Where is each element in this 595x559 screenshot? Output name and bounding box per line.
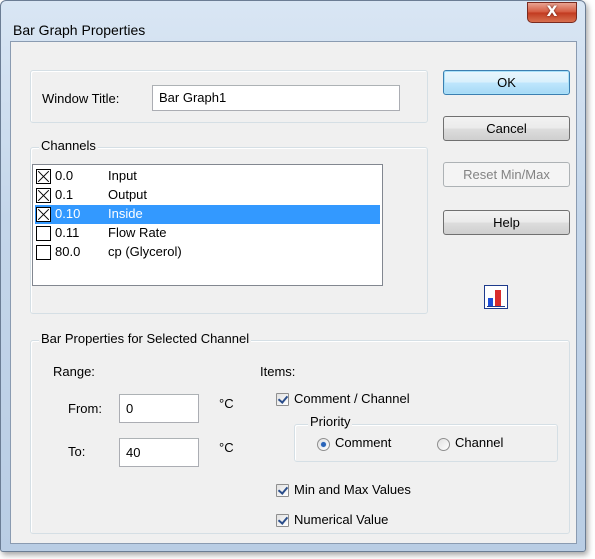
channel-name: cp (Glycerol) xyxy=(108,244,182,259)
channel-name: Input xyxy=(108,168,137,183)
channel-checkbox[interactable] xyxy=(36,207,51,222)
channel-number: 0.0 xyxy=(55,168,74,183)
range-label: Range: xyxy=(53,364,95,379)
numerical-value-label[interactable]: Numerical Value xyxy=(294,512,388,527)
channel-number: 0.10 xyxy=(55,206,81,221)
channel-name: Inside xyxy=(108,206,143,221)
title-bar[interactable]: Bar Graph Properties X xyxy=(1,1,585,41)
channel-number: 0.1 xyxy=(55,187,74,202)
channel-checkbox[interactable] xyxy=(36,226,51,241)
window-title-input[interactable]: Bar Graph1 xyxy=(152,85,400,111)
bar-chart-icon xyxy=(484,285,508,309)
close-button[interactable]: X xyxy=(527,2,577,23)
channels-group-label: Channels xyxy=(39,138,98,153)
channel-row-0[interactable]: 0.0 Input xyxy=(35,167,380,186)
range-from-input[interactable]: 0 xyxy=(119,394,199,423)
channel-checkbox[interactable] xyxy=(36,169,51,184)
bar-properties-group-label: Bar Properties for Selected Channel xyxy=(39,331,252,346)
priority-channel-label[interactable]: Channel xyxy=(455,435,503,450)
priority-group xyxy=(294,424,558,462)
channel-number: 80.0 xyxy=(55,244,81,259)
dialog-body: Window Title: Bar Graph1 Channels 0.0 In… xyxy=(10,41,577,544)
dialog-window: Bar Graph Properties X Window Title: Bar… xyxy=(0,0,586,552)
channel-row-3[interactable]: 0.11 Flow Rate xyxy=(35,224,380,243)
channel-name: Output xyxy=(108,187,148,202)
channel-row-2[interactable]: 0.10 Inside xyxy=(35,205,380,224)
priority-comment-label[interactable]: Comment xyxy=(335,435,391,450)
range-to-input[interactable]: 40 xyxy=(119,438,199,467)
from-label: From: xyxy=(68,401,102,416)
min-max-label[interactable]: Min and Max Values xyxy=(294,482,411,497)
items-label: Items: xyxy=(260,364,296,379)
priority-channel-radio[interactable] xyxy=(437,438,450,451)
channel-checkbox[interactable] xyxy=(36,188,51,203)
channel-row-1[interactable]: 0.1 Output xyxy=(35,186,380,205)
from-unit: °C xyxy=(219,396,234,411)
to-label: To: xyxy=(68,444,86,459)
numerical-value-checkbox[interactable] xyxy=(276,514,289,527)
comment-channel-label[interactable]: Comment / Channel xyxy=(294,391,410,406)
help-button[interactable]: Help xyxy=(443,210,570,235)
priority-comment-radio[interactable] xyxy=(317,438,330,451)
min-max-checkbox[interactable] xyxy=(276,484,289,497)
cancel-button[interactable]: Cancel xyxy=(443,116,570,141)
channel-row-4[interactable]: 80.0 cp (Glycerol) xyxy=(35,243,380,262)
channel-number: 0.11 xyxy=(55,225,80,240)
reset-min-max-button[interactable]: Reset Min/Max xyxy=(443,162,570,187)
window-title: Bar Graph Properties xyxy=(13,22,146,38)
to-unit: °C xyxy=(219,440,234,455)
ok-button[interactable]: OK xyxy=(443,70,570,95)
comment-channel-checkbox[interactable] xyxy=(276,393,289,406)
channels-listbox[interactable]: 0.0 Input 0.1 Output 0.10 Inside 0.11 Fl… xyxy=(32,164,383,286)
window-title-label: Window Title: xyxy=(42,91,120,106)
bar-chart-icon-graphic xyxy=(487,290,505,307)
channel-name: Flow Rate xyxy=(108,225,167,240)
priority-label: Priority xyxy=(308,414,353,429)
channel-checkbox[interactable] xyxy=(36,245,51,260)
close-icon: X xyxy=(546,4,558,20)
